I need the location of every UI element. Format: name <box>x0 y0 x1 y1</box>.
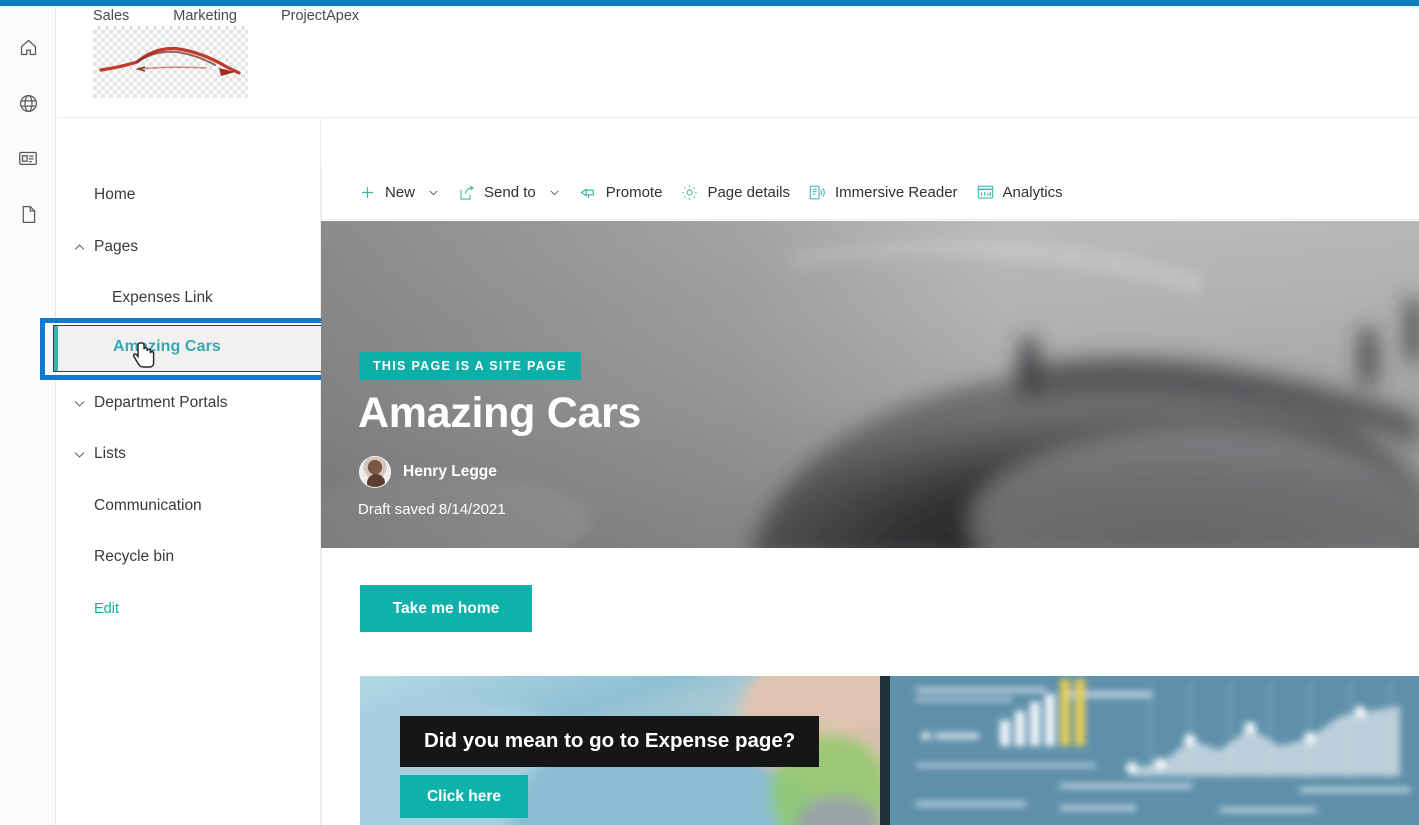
sidebar-item-label: Communication <box>94 497 202 514</box>
sidebar-item-label: Department Portals <box>94 394 228 411</box>
sidebar-item-label: Lists <box>94 445 126 462</box>
sidebar-edit-label: Edit <box>94 601 119 617</box>
click-here-button[interactable]: Click here <box>400 775 528 818</box>
sidebar-item-label: Pages <box>94 238 138 255</box>
immersive-reader-icon <box>808 183 827 202</box>
home-icon[interactable] <box>0 25 56 69</box>
command-bar: New Send to Promote Page details Immersi… <box>321 166 1419 220</box>
promote-icon <box>579 183 598 202</box>
sidebar-item-communication[interactable]: Communication <box>57 486 321 526</box>
page-content: Take me home Did you mean to go to Expen… <box>321 548 1419 825</box>
send-to-icon <box>458 184 476 202</box>
page-details-label: Page details <box>707 184 790 201</box>
sidebar-edit-link[interactable]: Edit <box>57 589 321 629</box>
top-nav-item-marketing[interactable]: Marketing <box>173 8 237 24</box>
analytics-button[interactable]: Analytics <box>976 183 1063 202</box>
hero-scrim <box>321 221 1419 548</box>
page-hero: THIS PAGE IS A SITE PAGE Amazing Cars He… <box>321 221 1419 548</box>
selected-accent-bar <box>54 326 58 371</box>
author-name: Henry Legge <box>403 463 497 480</box>
chevron-down-icon[interactable] <box>65 447 93 462</box>
sidebar-item-pages[interactable]: Pages <box>57 227 321 267</box>
sharepoint-page: Sales Marketing ProjectApex New Send to … <box>0 0 1419 825</box>
sidebar-item-label: Home <box>94 186 136 203</box>
analytics-icon <box>976 183 995 202</box>
new-button[interactable]: New <box>358 183 440 202</box>
top-nav-item-projectapex[interactable]: ProjectApex <box>281 8 359 24</box>
app-rail <box>0 8 56 825</box>
site-header: Sales Marketing ProjectApex <box>57 8 1419 118</box>
new-label: New <box>385 184 416 201</box>
draft-status: Draft saved 8/14/2021 <box>358 501 506 518</box>
sidebar-item-label: Expenses Link <box>112 289 213 306</box>
sidebar-item-lists[interactable]: Lists <box>57 434 321 474</box>
sidebar-item-home[interactable]: Home <box>57 175 321 215</box>
send-to-button[interactable]: Send to <box>458 184 561 202</box>
sidebar-item-label: Recycle bin <box>94 548 175 565</box>
site-logo <box>93 26 248 98</box>
sidebar-item-department-portals[interactable]: Department Portals <box>57 383 321 423</box>
promote-button[interactable]: Promote <box>579 183 663 202</box>
chevron-down-icon[interactable] <box>65 396 93 411</box>
site-navigation: Home Pages Expenses Link Department Port… <box>57 119 321 825</box>
sidebar-item-expenses-link[interactable]: Expenses Link <box>57 278 321 318</box>
chevron-down-icon <box>548 186 561 199</box>
send-to-label: Send to <box>484 184 536 201</box>
immersive-reader-button[interactable]: Immersive Reader <box>808 183 958 202</box>
plus-icon <box>358 183 377 202</box>
promote-label: Promote <box>605 184 663 201</box>
chevron-down-icon <box>427 186 440 199</box>
promo-banner: Did you mean to go to Expense page? Clic… <box>360 676 1419 825</box>
promo-caption: Did you mean to go to Expense page? <box>400 716 820 767</box>
take-me-home-button[interactable]: Take me home <box>360 585 532 632</box>
analytics-label: Analytics <box>1002 184 1063 201</box>
page-title: Amazing Cars <box>358 389 642 437</box>
site-page-badge: THIS PAGE IS A SITE PAGE <box>359 352 581 380</box>
globe-icon[interactable] <box>0 81 56 125</box>
news-icon[interactable] <box>0 136 56 180</box>
mouse-cursor-pointer <box>132 341 159 378</box>
top-navigation: Sales Marketing ProjectApex <box>93 8 359 24</box>
top-nav-item-sales[interactable]: Sales <box>93 8 129 24</box>
page-details-button[interactable]: Page details <box>680 183 790 202</box>
gear-icon <box>680 183 699 202</box>
chevron-up-icon[interactable] <box>65 240 93 255</box>
author-block: Henry Legge <box>359 456 497 488</box>
avatar <box>359 456 391 488</box>
sidebar-item-label: Amazing Cars <box>113 338 221 355</box>
sidebar-item-recycle-bin[interactable]: Recycle bin <box>57 537 321 577</box>
immersive-reader-label: Immersive Reader <box>835 184 958 201</box>
file-icon[interactable] <box>0 192 56 236</box>
